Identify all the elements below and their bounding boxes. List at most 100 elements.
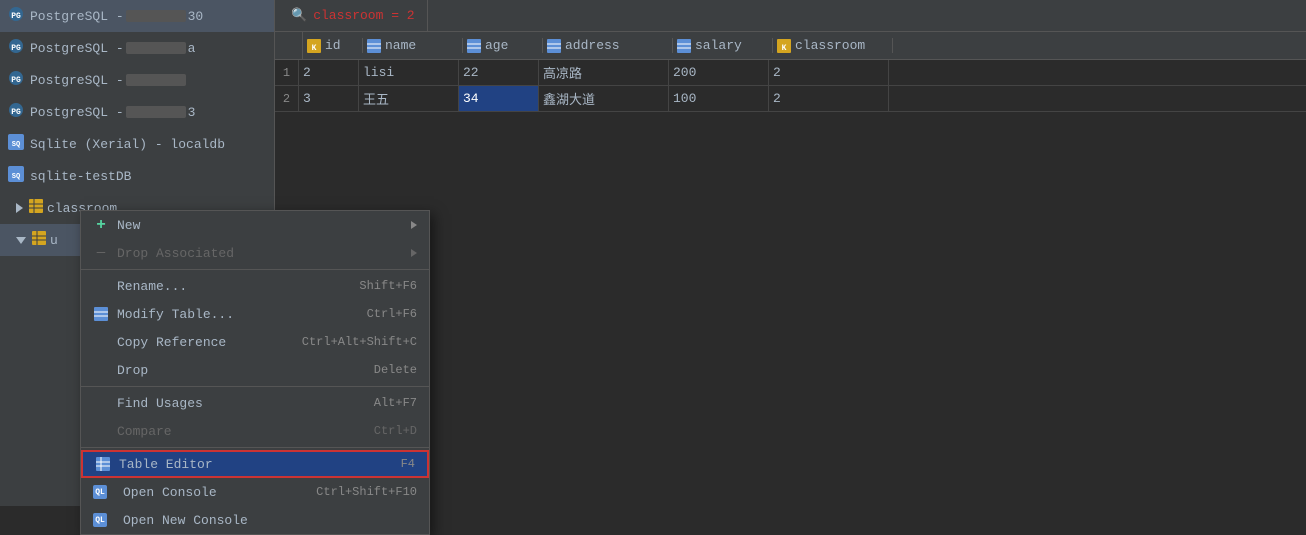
modify-table-icon <box>93 306 109 322</box>
menu-item-drop-associated[interactable]: — Drop Associated <box>81 239 429 267</box>
menu-label-drop: Drop <box>117 363 148 378</box>
menu-separator-3 <box>81 447 429 448</box>
menu-item-find-usages[interactable]: Find Usages Alt+F7 <box>81 389 429 417</box>
svg-text:PG: PG <box>11 108 21 117</box>
svg-text:SQ: SQ <box>12 173 20 181</box>
open-console-icon: QL <box>93 485 107 499</box>
context-menu: + New — Drop Associated Rename... Shift+… <box>80 210 430 535</box>
sidebar-label-pg1: PostgreSQL - 30 <box>30 9 203 24</box>
shortcut-rename: Shift+F6 <box>359 279 417 293</box>
col-header-id[interactable]: K id <box>303 38 363 53</box>
sidebar-label-pg3: PostgreSQL - <box>30 73 188 88</box>
sidebar-label-pg4: PostgreSQL - 3 <box>30 105 195 120</box>
menu-label-copy-reference: Copy Reference <box>117 335 226 350</box>
menu-item-open-console[interactable]: QL Open Console Ctrl+Shift+F10 <box>81 478 429 506</box>
submenu-arrow-new <box>411 221 417 229</box>
menu-label-rename: Rename... <box>117 279 187 294</box>
cell-row1-classroom[interactable]: 2 <box>769 60 889 85</box>
menu-separator-1 <box>81 269 429 270</box>
menu-item-open-new-console[interactable]: QL Open New Console <box>81 506 429 534</box>
menu-item-rename[interactable]: Rename... Shift+F6 <box>81 272 429 300</box>
cell-row1-id[interactable]: 2 <box>299 60 359 85</box>
menu-item-new[interactable]: + New <box>81 211 429 239</box>
submenu-arrow-drop <box>411 249 417 257</box>
cell-row2-salary[interactable]: 100 <box>669 86 769 111</box>
menu-item-compare[interactable]: Compare Ctrl+D <box>81 417 429 445</box>
svg-text:PG: PG <box>11 44 21 53</box>
arrow-down-icon <box>16 237 26 244</box>
menu-label-new: New <box>117 218 140 233</box>
svg-text:PG: PG <box>11 76 21 85</box>
shortcut-compare: Ctrl+D <box>374 424 417 438</box>
table-row: 1 2 lisi 22 高凉路 200 2 <box>275 60 1306 86</box>
table-editor-icon <box>95 456 111 472</box>
sqlite-testdb-icon: SQ <box>8 166 30 186</box>
col-name-age: age <box>485 38 508 53</box>
compare-icon <box>93 423 109 439</box>
cell-row1-address[interactable]: 高凉路 <box>539 60 669 85</box>
col-header-classroom[interactable]: K classroom <box>773 38 893 53</box>
row-number-1: 1 <box>275 60 299 85</box>
menu-item-table-editor[interactable]: Table Editor F4 <box>81 450 429 478</box>
menu-label-drop-associated: Drop Associated <box>117 246 234 261</box>
copy-reference-icon <box>93 334 109 350</box>
sidebar-label-pg2: PostgreSQL - a <box>30 41 195 56</box>
postgresql-icon: PG <box>8 6 30 26</box>
col-header-address[interactable]: address <box>543 38 673 53</box>
shortcut-modify-table: Ctrl+F6 <box>367 307 417 321</box>
col-header-name[interactable]: name <box>363 38 463 53</box>
col-header-salary[interactable]: salary <box>673 38 773 53</box>
table-row: 2 3 王五 34 鑫湖大道 100 2 <box>275 86 1306 112</box>
menu-item-modify-table[interactable]: Modify Table... Ctrl+F6 <box>81 300 429 328</box>
cell-row2-classroom[interactable]: 2 <box>769 86 889 111</box>
postgresql-icon-3: PG <box>8 70 30 90</box>
table-small-icon-u <box>32 231 46 249</box>
cell-row1-age[interactable]: 22 <box>459 60 539 85</box>
sidebar-item-pg3[interactable]: PG PostgreSQL - <box>0 64 274 96</box>
cell-row2-age[interactable]: 34 <box>459 86 539 111</box>
sidebar-label-sqlite-testdb: sqlite-testDB <box>30 169 131 184</box>
svg-text:SQ: SQ <box>12 141 20 149</box>
sidebar-item-pg1[interactable]: PG PostgreSQL - 30 <box>0 0 274 32</box>
menu-label-modify-table: Modify Table... <box>117 307 234 322</box>
menu-item-drop[interactable]: Drop Delete <box>81 356 429 384</box>
cell-row2-address[interactable]: 鑫湖大道 <box>539 86 669 111</box>
svg-text:K: K <box>312 44 317 53</box>
sidebar-item-pg2[interactable]: PG PostgreSQL - a <box>0 32 274 64</box>
svg-text:K: K <box>782 44 787 53</box>
table-header-row: K id name age <box>275 32 1306 60</box>
shortcut-find-usages: Alt+F7 <box>374 396 417 410</box>
filter-tab[interactable]: 🔍 classroom = 2 <box>279 0 428 32</box>
col-name-id: id <box>325 38 341 53</box>
col-name-classroom: classroom <box>795 38 865 53</box>
postgresql-icon-4: PG <box>8 102 30 122</box>
cell-row2-name[interactable]: 王五 <box>359 86 459 111</box>
find-usages-icon <box>93 395 109 411</box>
sqlite-xerial-icon: SQ <box>8 134 30 154</box>
menu-label-compare: Compare <box>117 424 172 439</box>
col-name-name: name <box>385 38 416 53</box>
plus-icon: + <box>93 217 109 233</box>
shortcut-drop: Delete <box>374 363 417 377</box>
sidebar-item-pg4[interactable]: PG PostgreSQL - 3 <box>0 96 274 128</box>
col-header-age[interactable]: age <box>463 38 543 53</box>
menu-item-copy-reference[interactable]: Copy Reference Ctrl+Alt+Shift+C <box>81 328 429 356</box>
sidebar-label-sqlite-xerial: Sqlite (Xerial) - localdb <box>30 137 225 152</box>
shortcut-table-editor: F4 <box>401 457 415 471</box>
cell-row1-salary[interactable]: 200 <box>669 60 769 85</box>
sidebar-item-sqlite-testdb[interactable]: SQ sqlite-testDB <box>0 160 274 192</box>
filter-label: classroom = 2 <box>313 8 414 23</box>
row-num-header <box>279 32 303 59</box>
svg-text:PG: PG <box>11 12 21 21</box>
rename-icon <box>93 278 109 294</box>
shortcut-copy-reference: Ctrl+Alt+Shift+C <box>302 335 417 349</box>
drop-icon <box>93 362 109 378</box>
cell-row1-name[interactable]: lisi <box>359 60 459 85</box>
cell-row2-id[interactable]: 3 <box>299 86 359 111</box>
postgresql-icon-2: PG <box>8 38 30 58</box>
menu-label-find-usages: Find Usages <box>117 396 203 411</box>
menu-separator-2 <box>81 386 429 387</box>
table-small-icon <box>29 199 43 217</box>
sidebar-item-sqlite-xerial[interactable]: SQ Sqlite (Xerial) - localdb <box>0 128 274 160</box>
row-number-2: 2 <box>275 86 299 111</box>
